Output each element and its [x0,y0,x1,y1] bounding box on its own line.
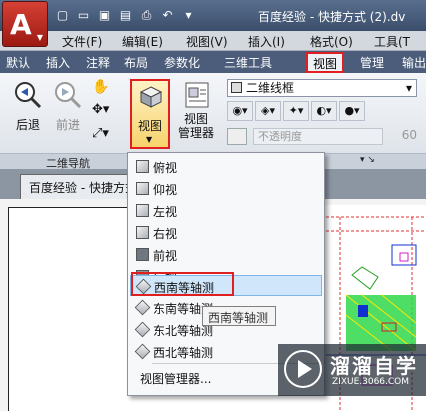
menu-item-right-view[interactable]: 右视 [130,222,322,243]
watermark-url: ZIXUE.3066.COM [332,377,410,387]
view-manager-label-line1: 视图 [183,112,208,126]
tab-output[interactable]: 输出 [402,54,426,71]
nw-iso-icon [134,343,151,360]
highlight-annotation-box [131,272,234,296]
tooltip: 西南等轴测 [202,306,276,326]
visual-style-tools: ◉▾ ◈▾ ✦▾ ◐▾ ●▾ [227,101,365,121]
menu-insert[interactable]: 插入(I) [248,33,285,50]
menu-file[interactable]: 文件(F) [62,33,102,50]
menu-tools[interactable]: 工具(T [374,33,410,50]
chevron-down-icon: ▼ [36,33,43,42]
back-button[interactable]: 后退 [10,80,46,133]
bottom-view-icon [136,182,149,195]
zoom-back-icon [13,80,43,110]
cube-view-icon [139,85,163,112]
saveas-icon[interactable]: ▤ [117,7,134,24]
new-icon[interactable]: ▢ [54,7,71,24]
opacity-control: 不透明度 60 [227,125,417,147]
document-tab[interactable]: 百度经验 - 快捷方式 [20,174,130,199]
redo-icon[interactable]: ▾ [180,7,197,24]
pan-hand-icon[interactable]: ✋ [92,79,109,95]
right-view-icon [136,226,149,239]
tab-default[interactable]: 默认 [6,54,30,71]
view-manager-label-line2: 管理器 [177,126,214,140]
visual-style-select[interactable]: 二维线框 ▾ [227,79,417,97]
quick-access-toolbar: ▢ ▭ ▣ ▤ ⎙ ↶ ▾ [54,7,197,24]
watermark-title: 溜溜自学 [330,354,418,378]
tab-insert[interactable]: 插入 [46,54,70,71]
se-iso-icon [134,299,151,316]
view-manager-icon [181,80,211,110]
visual-style-icon [231,82,242,93]
ribbon-tab-bar: 默认 插入 注释 布局 参数化 三维工具 视图 管理 输出 [0,51,426,73]
shadow-icon[interactable]: ◐▾ [311,101,337,121]
face-style-icon[interactable]: ◈▾ [255,101,281,121]
menu-item-left-view[interactable]: 左视 [130,200,322,221]
ne-iso-icon [134,321,151,338]
menu-edit[interactable]: 编辑(E) [122,33,163,50]
zoom-extents-icon[interactable]: ⤢▾ [92,126,109,141]
print-icon[interactable]: ⎙ [138,7,155,24]
panel-expand-icon[interactable]: ▾ ↘ [360,155,375,165]
application-menu-button[interactable]: A ▼ [2,1,48,47]
title-bar: ▢ ▭ ▣ ▤ ⎙ ↶ ▾ 百度经验 - 快捷方式 (2).dv [0,0,426,31]
tab-3d-tools[interactable]: 三维工具 [224,54,272,71]
edge-style-icon[interactable]: ◉▾ [227,101,253,121]
zoom-forward-icon [53,80,83,110]
menu-item-front-view[interactable]: 前视 [130,244,322,265]
menu-item-bottom-view[interactable]: 仰视 [130,178,322,199]
forward-button[interactable]: 前进 [50,80,86,133]
view-dropdown-button[interactable]: 视图 ▼ [130,79,170,149]
menu-format[interactable]: 格式(O) [310,33,353,50]
tab-parametric[interactable]: 参数化 [164,54,200,71]
chevron-down-icon: ▾ [405,81,412,95]
view-manager-button[interactable]: 视图 管理器 [174,80,218,140]
window-title: 百度经验 - 快捷方式 (2).dv [258,10,406,24]
tab-layout[interactable]: 布局 [124,54,148,71]
watermark: 溜溜自学 ZIXUE.3066.COM [278,344,426,396]
front-view-icon [136,248,149,261]
opacity-icon [227,128,247,145]
menu-view[interactable]: 视图(V) [186,33,228,50]
lighting-icon[interactable]: ✦▾ [283,101,309,121]
menu-item-top-view[interactable]: 俯视 [130,156,322,177]
tab-manage[interactable]: 管理 [360,54,384,71]
tab-view[interactable]: 视图 [306,52,345,73]
menu-bar: 文件(F) 编辑(E) 视图(V) 插入(I) 格式(O) 工具(T [0,31,426,51]
forward-label: 前进 [55,118,80,132]
opacity-slider[interactable]: 不透明度 [253,128,383,145]
left-view-icon [136,204,149,217]
tab-annotate[interactable]: 注释 [86,54,110,71]
autocad-logo-icon: A [10,8,32,41]
top-view-icon [136,160,149,173]
open-icon[interactable]: ▭ [75,7,92,24]
save-icon[interactable]: ▣ [96,7,113,24]
undo-icon[interactable]: ↶ [159,7,176,24]
material-icon[interactable]: ●▾ [339,101,365,121]
back-label: 后退 [15,118,40,132]
view-label: 视图 [137,119,162,133]
play-logo-icon [284,350,322,388]
orbit-icon[interactable]: ✥▾ [92,102,109,117]
chevron-down-icon: ▼ [146,135,153,144]
visual-style-value: 二维线框 [246,81,295,95]
opacity-value[interactable]: 60 [387,128,417,145]
